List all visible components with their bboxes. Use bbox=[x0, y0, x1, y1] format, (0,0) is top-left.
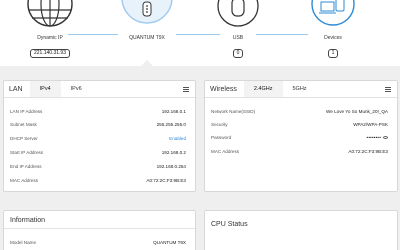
lan-row-key: DHCP Server bbox=[10, 136, 38, 141]
devices-node[interactable]: Devices 1 bbox=[305, 0, 361, 59]
internet-label: Dynamic IP bbox=[37, 35, 63, 41]
lan-row: DHCP Server Enabled bbox=[10, 135, 186, 143]
tab-ipv6[interactable]: IPv6 bbox=[61, 81, 92, 97]
router-node[interactable]: QUANTUM T9X bbox=[116, 0, 178, 41]
divider bbox=[4, 228, 195, 229]
wireless-menu-icon[interactable] bbox=[385, 87, 391, 92]
topology-link-internet-router bbox=[68, 34, 118, 35]
information-panel-title: Information bbox=[10, 217, 46, 224]
wireless-row-key: Network Name(SSID) bbox=[211, 109, 256, 114]
lan-row: End IP Address 192.168.0.254 bbox=[10, 163, 186, 171]
lan-row-value: 255.255.255.0 bbox=[156, 122, 186, 127]
password-mask: •••••••• bbox=[366, 135, 381, 140]
lan-menu-icon[interactable] bbox=[183, 87, 189, 92]
lan-row-value: 192.168.0.2 bbox=[161, 150, 186, 155]
lan-row-key: MAC Address bbox=[10, 178, 39, 183]
show-password-icon[interactable] bbox=[383, 136, 388, 140]
lan-row-key: LAN IP Address bbox=[10, 109, 43, 114]
cpu-status-title: CPU Status bbox=[211, 221, 248, 228]
wireless-row: Security WPA2/WPA-PSK bbox=[211, 121, 388, 129]
router-model-label: QUANTUM T9X bbox=[129, 35, 165, 41]
info-row-key: Model Name bbox=[10, 240, 37, 245]
lan-row: MAC Address A0:72:2C:F3:9B:E3 bbox=[10, 177, 186, 185]
security-value: WPA2/WPA-PSK bbox=[353, 122, 388, 127]
lan-row: LAN IP Address 192.168.0.1 bbox=[10, 108, 186, 116]
devices-label: Devices bbox=[324, 35, 342, 41]
tab-2-4ghz[interactable]: 2.4GHz bbox=[243, 81, 283, 97]
usb-count-badge: 0 bbox=[232, 49, 244, 58]
cpu-status-panel: CPU Status bbox=[204, 210, 398, 250]
dhcp-status-link[interactable]: Enabled bbox=[169, 135, 186, 143]
lan-tab-bar: LAN IPv4 IPv6 bbox=[4, 81, 195, 98]
wireless-panel: Wireless 2.4GHz 5GHz Network Name(SSID) … bbox=[204, 80, 398, 192]
usb-icon bbox=[217, 0, 259, 27]
tab-ipv4[interactable]: IPv4 bbox=[29, 81, 61, 97]
internet-node[interactable]: Dynamic IP 221.140.31.93 bbox=[25, 0, 75, 59]
wireless-tab-bar: Wireless 2.4GHz 5GHz bbox=[205, 81, 397, 98]
network-topology-bar: Dynamic IP 221.140.31.93 QUANTUM T9X USB… bbox=[0, 0, 400, 66]
tab-5ghz[interactable]: 5GHz bbox=[283, 81, 317, 97]
ssid-value: We Love Yo So Munk_20!_QA bbox=[326, 109, 388, 114]
lan-row-value: 192.168.0.1 bbox=[161, 109, 186, 114]
devices-icon bbox=[311, 0, 355, 26]
router-icon bbox=[121, 0, 173, 24]
selected-node-pointer bbox=[141, 60, 153, 66]
model-name-value: QUANTUM T9X bbox=[153, 240, 186, 245]
lan-row: Subnet Mask 255.255.255.0 bbox=[10, 121, 186, 129]
lan-row-value: A0:72:2C:F3:9B:E3 bbox=[146, 178, 186, 183]
wireless-panel-title: Wireless bbox=[210, 85, 237, 93]
devices-count-badge: 1 bbox=[327, 49, 339, 58]
wireless-row-key: Security bbox=[211, 122, 228, 127]
lan-row-key: End IP Address bbox=[10, 164, 42, 169]
usb-node[interactable]: USB 0 bbox=[212, 0, 264, 59]
wireless-row-key: Password bbox=[211, 135, 232, 140]
lan-panel-title: LAN bbox=[9, 85, 23, 93]
lan-row-value: 192.168.0.254 bbox=[156, 164, 186, 169]
lan-row-key: Subnet Mask bbox=[10, 122, 37, 127]
wireless-row-key: MAC Address bbox=[211, 149, 240, 154]
wireless-mac-value: A0:72:2C:F3:9B:E3 bbox=[348, 149, 388, 154]
password-value: •••••••• bbox=[367, 134, 388, 142]
globe-icon bbox=[27, 0, 73, 27]
lan-row-key: Start IP Address bbox=[10, 150, 44, 155]
wireless-row: Network Name(SSID) We Love Yo So Munk_20… bbox=[211, 108, 388, 116]
wireless-row: Password •••••••• bbox=[211, 134, 388, 142]
information-panel: Information Model Name QUANTUM T9X bbox=[3, 210, 196, 250]
lan-row: Start IP Address 192.168.0.2 bbox=[10, 149, 186, 157]
usb-label: USB bbox=[232, 35, 244, 41]
wan-ip-badge: 221.140.31.93 bbox=[30, 49, 70, 58]
info-row: Model Name QUANTUM T9X bbox=[10, 239, 186, 247]
lan-panel: LAN IPv4 IPv6 LAN IP Address 192.168.0.1… bbox=[3, 80, 196, 192]
wireless-row: MAC Address A0:72:2C:F3:9B:E3 bbox=[211, 148, 388, 156]
